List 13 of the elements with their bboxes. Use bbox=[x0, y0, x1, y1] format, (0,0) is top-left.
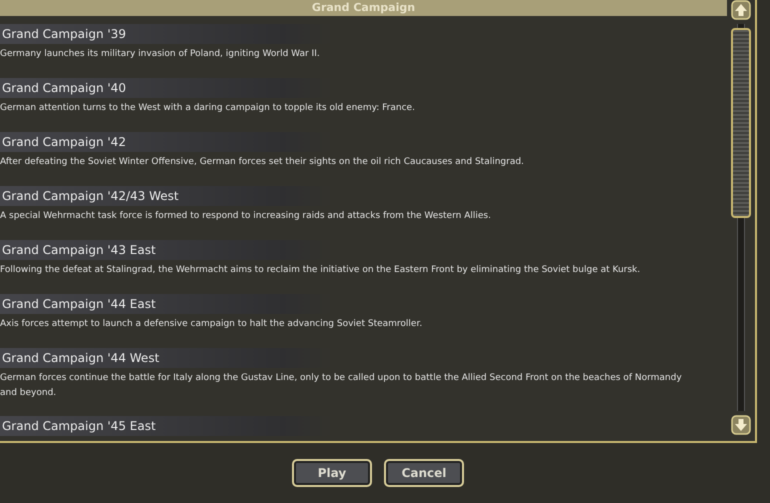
scroll-up-icon[interactable] bbox=[731, 0, 751, 20]
header-title: Grand Campaign bbox=[312, 1, 416, 15]
scroll-thumb[interactable] bbox=[731, 28, 751, 218]
campaign-description: Axis forces attempt to launch a defensive campaign to halt the advancing Soviet Steamroller. bbox=[0, 318, 424, 331]
campaign-description: After defeating the Soviet Winter Offensive, German forces set their sights on the oil rich Caucauses and Stalingrad. bbox=[0, 156, 525, 169]
campaign-description: German forces continue the battle for Italy along the Gustav Line, only to be called upon to battle the Allied Second Front on the beaches of Normandy and beyond. bbox=[0, 372, 683, 400]
campaign-description: Following the defeat at Stalingrad, the Wehrmacht aims to reclaim the initiative on the Eastern Front by eliminating the Soviet bulge at Kursk. bbox=[0, 264, 642, 277]
dialog-button[interactable]: Cancel bbox=[384, 459, 464, 487]
dialog-button[interactable]: Play bbox=[292, 459, 372, 487]
campaign-description: Germany launches its military invasion of Poland, igniting World War II. bbox=[0, 48, 321, 61]
scroll-down-icon[interactable] bbox=[731, 415, 751, 435]
campaign-description: A special Wehrmacht task force is formed to respond to increasing raids and attacks from the Western Allies. bbox=[0, 210, 492, 223]
campaign-description: German attention turns to the West with a daring campaign to topple its old enemy: France. bbox=[0, 102, 416, 115]
